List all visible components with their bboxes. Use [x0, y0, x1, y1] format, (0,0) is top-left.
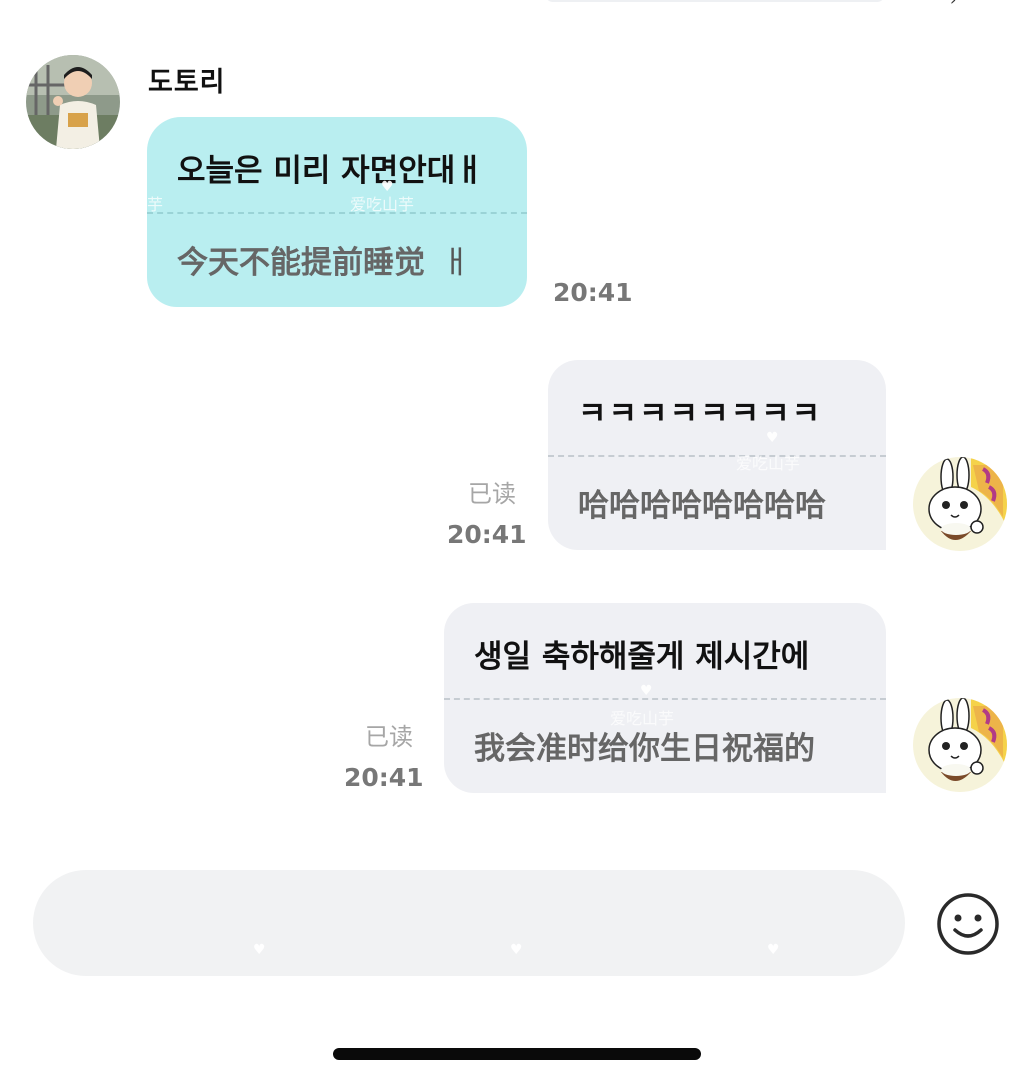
outgoing-message-bubble[interactable]: ㅋㅋㅋㅋㅋㅋㅋㅋ 哈哈哈哈哈哈哈哈 ♥ 爱吃山芋	[548, 360, 886, 550]
smiley-face-icon	[937, 893, 999, 955]
user-avatar-bunny-icon	[913, 457, 1007, 551]
contact-avatar[interactable]	[26, 55, 120, 149]
watermark-heart-icon: ♥	[253, 942, 266, 958]
user-avatar-bunny-icon	[913, 698, 1007, 792]
message-translation-text: 今天不能提前睡觉 ㅐ	[177, 237, 470, 282]
message-input[interactable]: ♥ ♥ ♥	[33, 870, 905, 976]
watermark-text: 芋	[147, 195, 164, 214]
watermark-heart-icon: ♥	[510, 942, 523, 958]
watermark-heart-icon: ♥	[766, 430, 779, 446]
watermark-heart-icon: ♥	[767, 942, 780, 958]
message-translation-text: 哈哈哈哈哈哈哈哈	[578, 488, 826, 524]
message-original-text: 생일 축하해줄게 제시간에	[474, 639, 810, 675]
message-translation-content: 今天不能提前睡觉	[177, 245, 425, 281]
home-indicator[interactable]	[333, 1048, 701, 1060]
translation-divider	[147, 212, 527, 214]
read-status: 已读	[468, 480, 516, 508]
watermark-text: 爱吃山芋	[350, 195, 415, 214]
message-translation-tail: ㅐ	[441, 245, 471, 281]
outgoing-message-bubble[interactable]: 생일 축하해줄게 제시간에 我会准时给你生日祝福的 ♥ 爱吃山芋	[444, 603, 886, 793]
user-avatar[interactable]	[913, 457, 1007, 551]
message-translation-text: 我会准时给你生日祝福的	[474, 731, 815, 767]
watermark-text: 爱吃山芋	[736, 454, 801, 473]
message-original-content: 오늘은 미리 자면안대	[177, 153, 456, 189]
watermark-heart-icon: ♥	[640, 683, 653, 699]
watermark-text: 爱吃山芋	[610, 709, 675, 728]
contact-name: 도토리	[148, 67, 226, 98]
read-status: 已读	[365, 723, 413, 751]
message-original-text: ㅋㅋㅋㅋㅋㅋㅋㅋ	[578, 396, 823, 432]
message-timestamp: 20:41	[553, 278, 633, 307]
user-avatar[interactable]	[913, 698, 1007, 792]
previous-message-arrow-icon: ›	[950, 0, 956, 9]
message-original-text: 오늘은 미리 자면안대ㅐ	[177, 145, 484, 190]
incoming-message-bubble[interactable]: 오늘은 미리 자면안대ㅐ 今天不能提前睡觉 ㅐ ♥ 爱吃山芋 芋	[147, 117, 527, 307]
message-timestamp: 20:41	[344, 763, 424, 792]
emoji-button[interactable]	[936, 892, 1000, 956]
contact-avatar-photo-icon	[26, 55, 120, 149]
message-original-tail: ㅐ	[455, 153, 484, 189]
translation-divider	[444, 698, 886, 700]
previous-message-bubble-edge	[545, 0, 885, 2]
translation-divider	[548, 455, 886, 457]
message-timestamp: 20:41	[447, 520, 527, 549]
